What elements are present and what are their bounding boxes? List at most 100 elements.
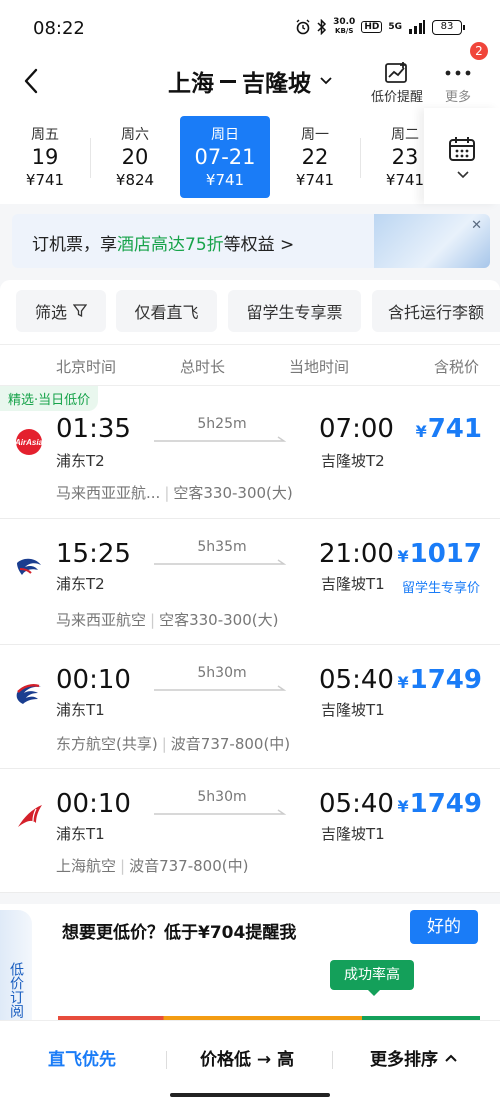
home-indicator: [170, 1093, 330, 1097]
filter-direct-only[interactable]: 仅看直飞: [116, 290, 217, 332]
confirm-alert-button[interactable]: 好的: [410, 910, 478, 944]
destination-city: 吉隆坡: [242, 71, 311, 97]
filter-checked-baggage[interactable]: 含托运行李额: [372, 290, 500, 332]
flight-meta: 马来西亚航空 | 空客330-300(大): [56, 611, 279, 629]
filter-button[interactable]: 筛选: [16, 290, 106, 332]
flight-item[interactable]: 精选·当日低价 AirAsia 01:35 浦东T2 5h25m 07:00 吉…: [0, 386, 500, 519]
more-button[interactable]: 更多: [438, 60, 478, 105]
date-item[interactable]: 周六 20 ¥824: [90, 116, 180, 198]
shanghai-airlines-logo-icon: [18, 805, 42, 827]
calendar-button[interactable]: [424, 108, 500, 204]
status-time: 08:22: [33, 18, 85, 39]
depart-time: 00:10: [56, 665, 131, 695]
sort-divider: [166, 1051, 167, 1069]
arrive-terminal: 吉隆坡T2: [321, 452, 385, 470]
top-nav: 上海 吉隆坡 低价提醒 更多 2: [0, 42, 500, 108]
alert-label: 低价提醒: [370, 90, 423, 105]
flight-duration: 5h35m: [197, 539, 247, 555]
student-price-label: 留学生专享价: [401, 581, 480, 596]
status-bar: 08:22 30.0 KB/S HD 5G 83: [0, 0, 500, 56]
column-header: 北京时间 总时长 当地时间 含税价: [0, 344, 500, 386]
more-dots-icon: [445, 70, 471, 76]
malaysia-airlines-logo-icon: [17, 558, 41, 575]
arrive-terminal: 吉隆坡T1: [321, 575, 385, 593]
chevron-down-icon: [320, 77, 332, 85]
low-price-subscribe-tab[interactable]: 低价订阅: [0, 910, 32, 1022]
depart-terminal: 浦东T1: [56, 701, 105, 719]
flight-price: ¥1749: [397, 789, 482, 819]
date-item[interactable]: 周一 22 ¥741: [270, 116, 360, 198]
airasia-logo-icon: AirAsia: [14, 429, 44, 455]
duration-arrow: [154, 436, 287, 442]
chevron-down-icon: [457, 171, 469, 179]
flight-price: ¥1017: [397, 539, 482, 569]
app-screen: 08:22 30.0 KB/S HD 5G 83 上海 吉隆坡 低价提醒 更多 2: [0, 0, 500, 1103]
route-dash: [220, 79, 236, 83]
depart-time: 00:10: [56, 789, 131, 819]
promo-text: 订机票，享酒店高达75折等权益 >: [32, 235, 295, 255]
col-arrive: 当地时间: [289, 358, 350, 376]
arrive-terminal: 吉隆坡T1: [321, 825, 385, 843]
flight-meta: 东方航空(共享) | 波音737-800(中): [56, 735, 291, 753]
arrive-time: 05:40: [319, 789, 394, 819]
depart-terminal: 浦东T2: [56, 452, 105, 470]
date-item-selected[interactable]: 周日 07-21 ¥741: [180, 116, 270, 198]
arrive-time: 05:40: [319, 665, 394, 695]
flight-price: ¥1749: [397, 665, 482, 695]
promo-banner[interactable]: 订机票，享酒店高达75折等权益 > ✕: [12, 214, 490, 268]
filter-bar: 筛选 仅看直飞 留学生专享票 含托运行李额: [0, 280, 500, 344]
flight-meta: 上海航空 | 波音737-800(中): [56, 857, 249, 875]
filter-student-fare[interactable]: 留学生专享票: [228, 290, 361, 332]
back-arrow-icon[interactable]: [20, 66, 44, 96]
more-sort-button[interactable]: 更多排序: [370, 1045, 458, 1070]
col-price: 含税价: [434, 358, 480, 376]
low-price-alert-button[interactable]: 低价提醒: [368, 60, 426, 105]
col-depart: 北京时间: [56, 358, 117, 376]
signal-icon: [409, 20, 425, 34]
duration-arrow: [154, 809, 287, 815]
sort-price-asc[interactable]: 价格低 → 高: [200, 1045, 294, 1070]
arrive-terminal: 吉隆坡T1: [321, 701, 385, 719]
alarm-icon: [296, 19, 310, 35]
bluetooth-icon: [317, 19, 327, 35]
flight-duration: 5h30m: [197, 665, 247, 681]
notification-badge: 2: [470, 42, 488, 60]
network-type: 5G: [388, 22, 402, 32]
subscribe-prompt: 想要更低价？低于¥704提醒我: [62, 923, 297, 943]
route-title[interactable]: 上海 吉隆坡: [168, 64, 333, 98]
flight-item[interactable]: 00:10 浦东T1 5h30m 05:40 吉隆坡T1 ¥1749 东方航空(…: [0, 645, 500, 769]
duration-arrow: [154, 559, 287, 565]
sort-bar: 直飞优先 价格低 → 高 更多排序: [0, 1020, 500, 1103]
depart-terminal: 浦东T2: [56, 575, 105, 593]
depart-time: 01:35: [56, 414, 131, 444]
success-rate-badge: 成功率高: [330, 960, 414, 996]
svg-text:AirAsia: AirAsia: [14, 438, 44, 447]
price-subscribe-panel: 低价订阅 想要更低价？低于¥704提醒我 好的 成功率高: [0, 904, 500, 1022]
flight-item[interactable]: 15:25 浦东T2 5h35m 21:00 吉隆坡T1 ¥1017 留学生专享…: [0, 519, 500, 645]
arrive-time: 07:00: [319, 414, 394, 444]
depart-time: 15:25: [56, 539, 131, 569]
date-item[interactable]: 周五 19 ¥741: [0, 116, 90, 198]
hd-badge: HD: [361, 21, 383, 33]
chevron-up-icon: [445, 1054, 457, 1062]
status-icons: 30.0 KB/S HD 5G 83: [295, 17, 465, 36]
flight-price: ¥741: [415, 414, 482, 444]
chart-alert-icon: [385, 62, 407, 83]
flight-duration: 5h30m: [197, 789, 247, 805]
duration-arrow: [154, 685, 287, 691]
china-eastern-logo-icon: [16, 684, 41, 704]
funnel-icon: [73, 304, 87, 318]
sort-divider: [332, 1051, 333, 1069]
depart-terminal: 浦东T1: [56, 825, 105, 843]
sort-direct-first[interactable]: 直飞优先: [48, 1045, 116, 1070]
close-icon[interactable]: ✕: [471, 218, 482, 233]
network-speed: 30.0 KB/S: [333, 17, 356, 36]
calendar-icon: [449, 137, 475, 161]
arrive-time: 21:00: [319, 539, 394, 569]
battery-icon: 83: [432, 19, 465, 35]
origin-city: 上海: [168, 71, 214, 97]
col-duration: 总时长: [180, 358, 226, 376]
flight-tag: 精选·当日低价: [0, 386, 99, 411]
flight-item[interactable]: 00:10 浦东T1 5h30m 05:40 吉隆坡T1 ¥1749 上海航空 |…: [0, 769, 500, 893]
flight-duration: 5h25m: [197, 416, 247, 432]
